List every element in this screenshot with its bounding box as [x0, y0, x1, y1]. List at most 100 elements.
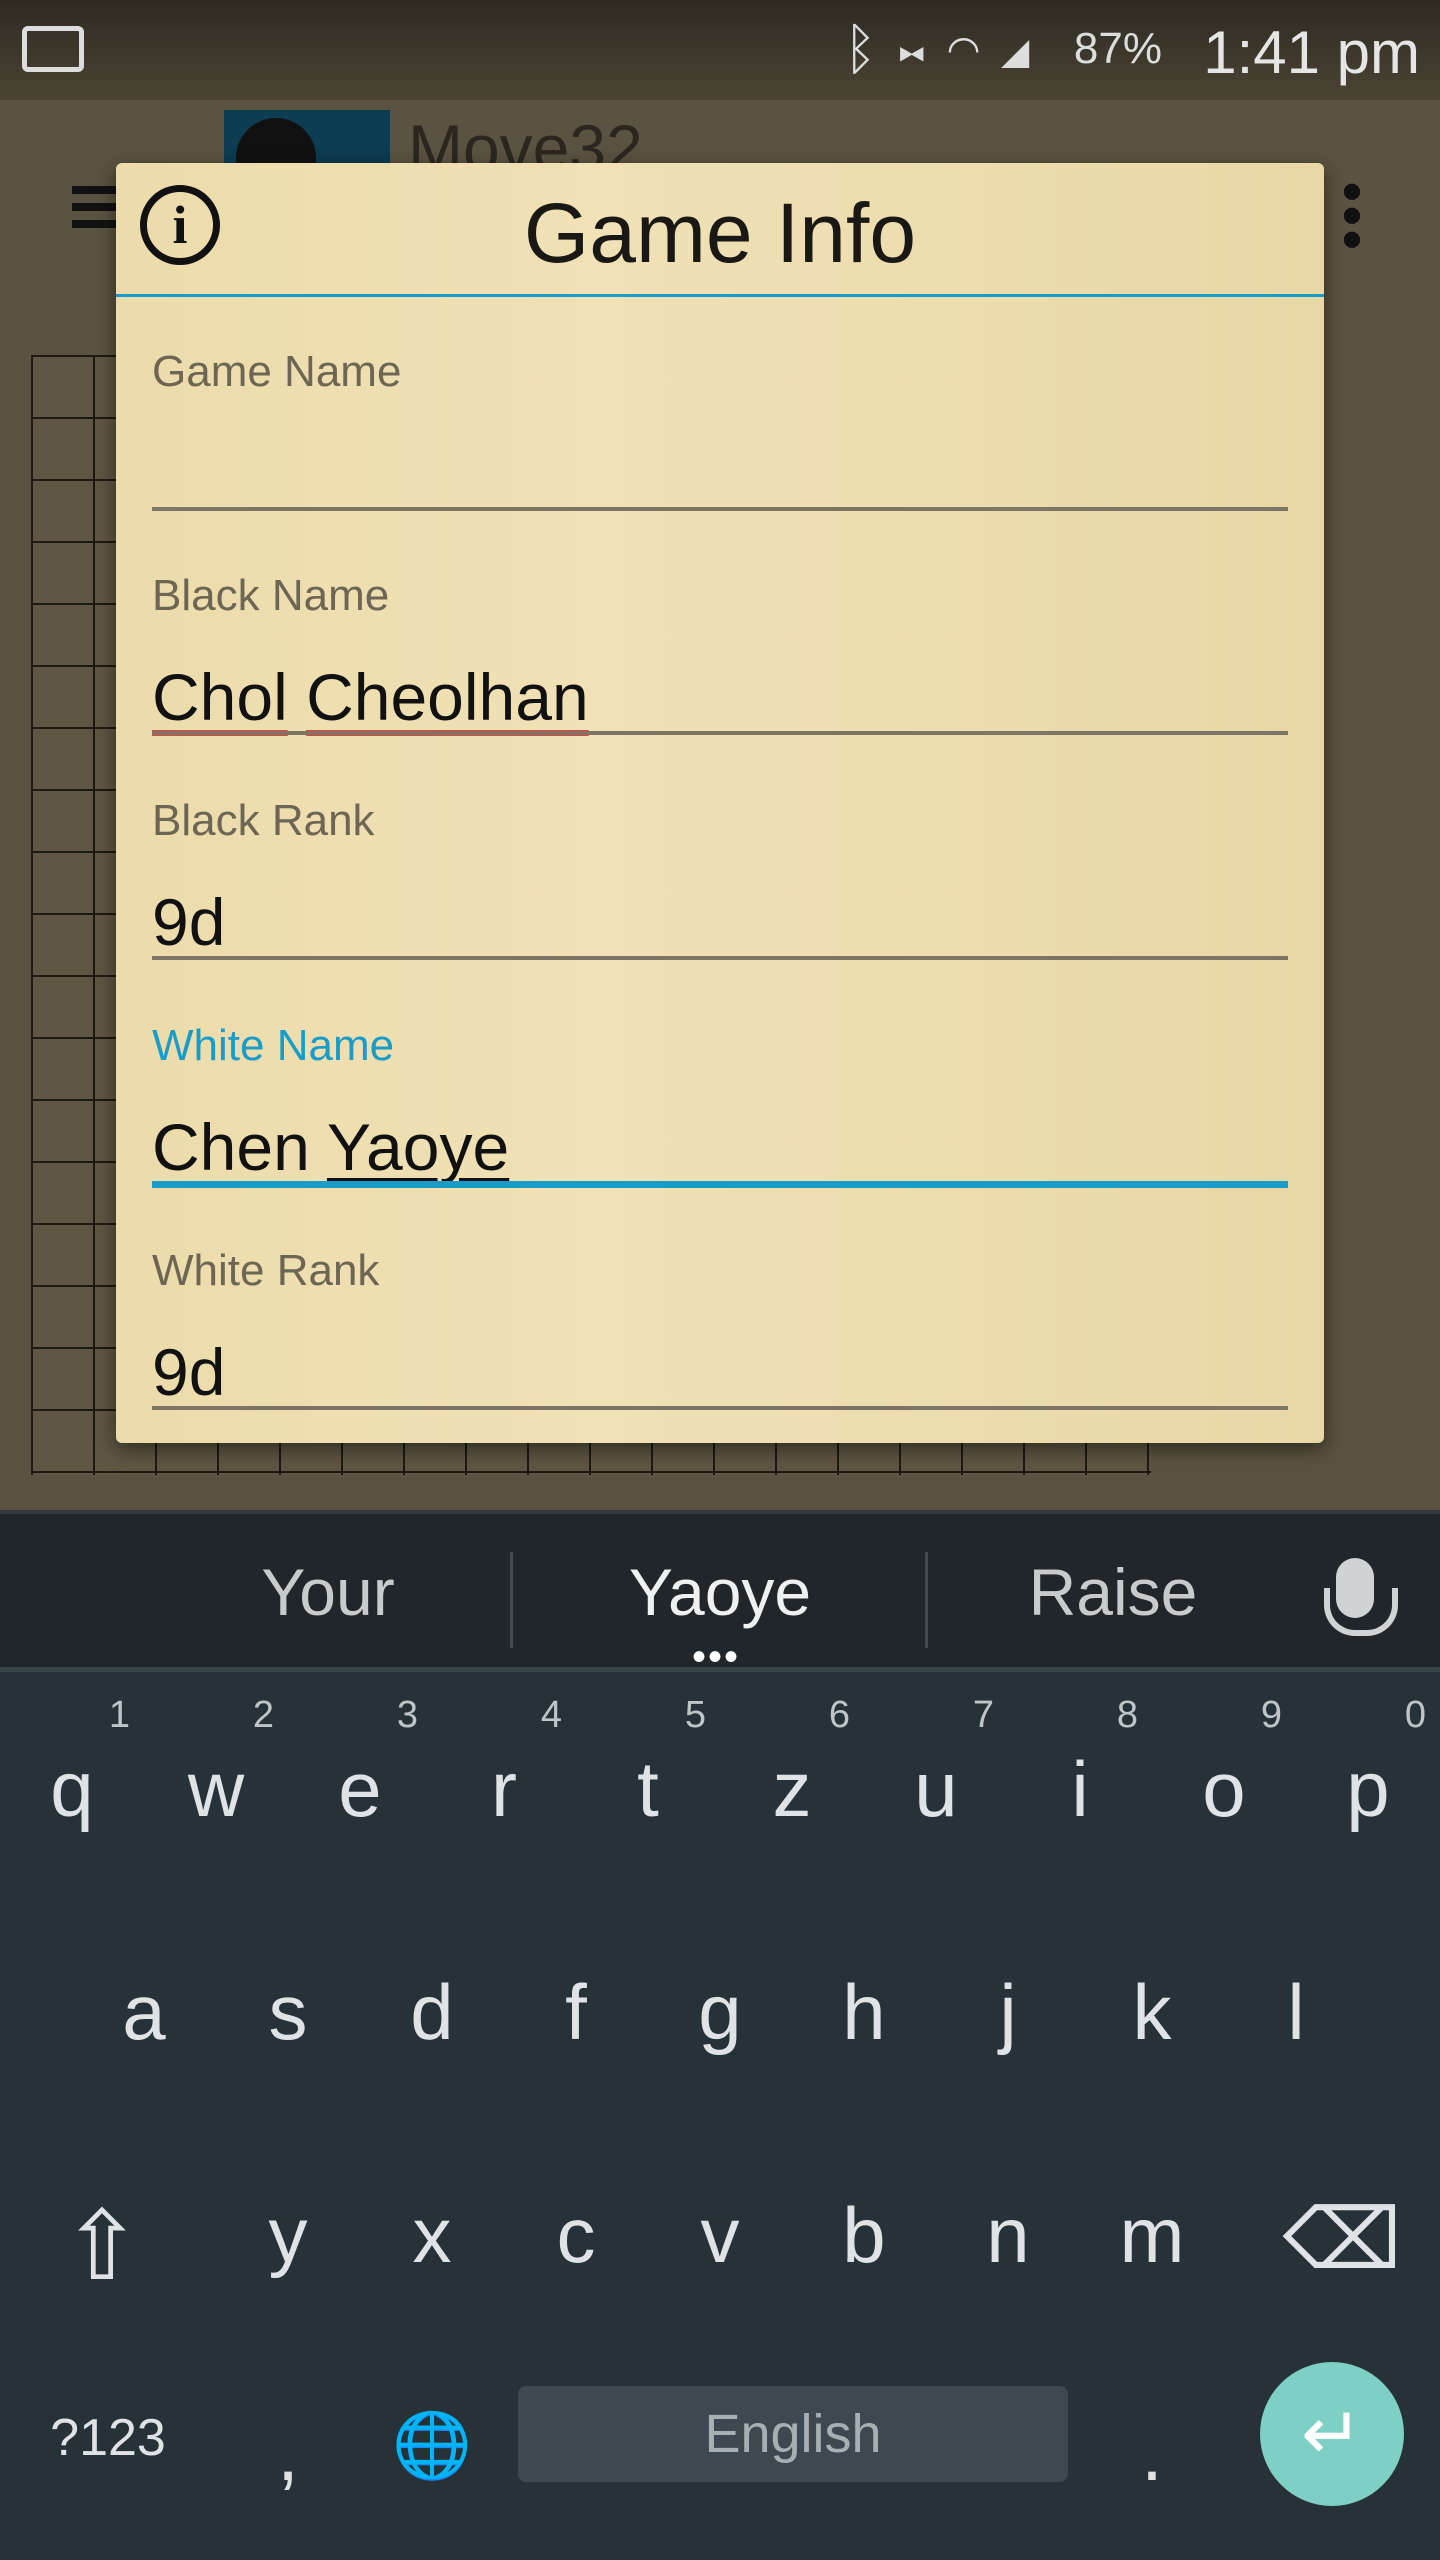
key-label: y — [268, 2191, 308, 2279]
key-label: z — [772, 1745, 812, 1833]
key-label: g — [698, 1968, 742, 2056]
key-hint: 6 — [828, 1694, 850, 1736]
white-name-input[interactable]: Chen Yaoye — [152, 1109, 509, 1185]
suggestion[interactable]: Raise — [913, 1554, 1313, 1630]
key-label: c — [556, 2191, 596, 2279]
key-n[interactable]: n — [936, 2118, 1080, 2318]
key-label: n — [986, 2191, 1030, 2279]
key-j[interactable]: j — [936, 1895, 1080, 2095]
key-label: k — [1132, 1968, 1172, 2056]
composing-word: Yaoye — [326, 1110, 510, 1184]
key-c[interactable]: c — [504, 2118, 648, 2318]
key-label: ⇧ — [61, 2193, 143, 2300]
field-underline — [152, 956, 1288, 960]
key-hint: 3 — [396, 1694, 418, 1736]
period-key[interactable]: . — [1080, 2336, 1224, 2536]
field-label: Black Rank — [152, 796, 375, 845]
key-hint: 7 — [972, 1694, 994, 1736]
key-g[interactable]: g — [648, 1895, 792, 2095]
field-label: White Name — [152, 1021, 395, 1070]
globe-icon[interactable]: 🌐 — [360, 2336, 504, 2536]
microphone-icon[interactable] — [1324, 1558, 1398, 1636]
field-underline — [152, 1406, 1288, 1410]
key-a[interactable]: a — [72, 1895, 216, 2095]
key-b[interactable]: b — [792, 2118, 936, 2318]
field-label: Game Name — [152, 347, 402, 396]
key-k[interactable]: k — [1080, 1895, 1224, 2095]
key-hint: 2 — [252, 1694, 274, 1736]
signal-icon: ◢ — [998, 17, 1050, 80]
key-label: t — [637, 1745, 659, 1833]
shift-key[interactable]: ⇧ — [30, 2118, 174, 2318]
key-l[interactable]: l — [1224, 1895, 1368, 2095]
black-rank-input[interactable]: 9d — [152, 884, 225, 960]
key-h[interactable]: h — [792, 1895, 936, 2095]
status-icons: ᛒ⧓◠◢ — [844, 16, 1050, 81]
more-suggestions-icon[interactable]: ••• — [692, 1637, 740, 1677]
game-info-dialog: i Game Info Game Name Black Name Chol Ch… — [116, 163, 1324, 1443]
menu-icon[interactable] — [72, 186, 118, 228]
key-label: l — [1287, 1968, 1305, 2056]
key-i[interactable]: 8i — [1008, 1672, 1152, 1872]
battery-level: 87% — [1073, 24, 1162, 73]
key-label: m — [1119, 2191, 1185, 2279]
more-options-icon[interactable]: • • • — [1340, 162, 1364, 270]
key-hint: 8 — [1116, 1694, 1138, 1736]
key-r[interactable]: 4r — [432, 1672, 576, 1872]
key-label: u — [914, 1745, 958, 1833]
key-label: f — [565, 1968, 587, 2056]
suggestion-bar: Your Yaoye ••• Raise — [0, 1510, 1440, 1677]
key-x[interactable]: x — [360, 2118, 504, 2318]
key-v[interactable]: v — [648, 2118, 792, 2318]
key-m[interactable]: m — [1080, 2118, 1224, 2318]
dialog-title: Game Info — [523, 186, 917, 280]
black-name-input[interactable]: Chol Cheolhan — [152, 659, 589, 735]
bluetooth-icon: ᛒ — [843, 17, 896, 80]
field-underline — [152, 1181, 1288, 1188]
backspace-key[interactable]: ⌫ — [1270, 2118, 1414, 2318]
key-hint: 5 — [684, 1694, 706, 1736]
key-label: b — [842, 2191, 886, 2279]
key-d[interactable]: d — [360, 1895, 504, 2095]
misspelled-word[interactable]: Chol — [152, 660, 288, 734]
field-label: White Rank — [152, 1246, 380, 1295]
key-s[interactable]: s — [216, 1895, 360, 2095]
white-rank-input[interactable]: 9d — [152, 1334, 225, 1410]
symbols-key[interactable]: ?123 — [36, 2336, 180, 2536]
key-label: x — [412, 2191, 452, 2279]
key-label: o — [1202, 1745, 1246, 1833]
key-label: 🌐 — [392, 2409, 472, 2481]
key-label: , — [277, 2409, 299, 2497]
key-f[interactable]: f — [504, 1895, 648, 2095]
key-label: d — [410, 1968, 454, 2056]
misspelled-word[interactable]: Cheolhan — [306, 660, 589, 734]
key-label: ⌫ — [1282, 2192, 1402, 2286]
space-key[interactable]: English — [518, 2386, 1068, 2482]
key-t[interactable]: 5t — [576, 1672, 720, 1872]
enter-key[interactable]: ↵ — [1260, 2362, 1404, 2506]
key-p[interactable]: 0p — [1296, 1672, 1440, 1872]
key-o[interactable]: 9o — [1152, 1672, 1296, 1872]
key-q[interactable]: 1q — [0, 1672, 144, 1872]
key-e[interactable]: 3e — [288, 1672, 432, 1872]
clock: 1:41 pm — [1203, 19, 1420, 86]
key-hint: 4 — [540, 1694, 562, 1736]
field-underline — [152, 507, 1288, 511]
key-label: . — [1141, 2409, 1163, 2497]
status-bar: ᛒ⧓◠◢ 87% 1:41 pm — [0, 0, 1440, 100]
key-u[interactable]: 7u — [864, 1672, 1008, 1872]
key-w[interactable]: 2w — [144, 1672, 288, 1872]
key-y[interactable]: y — [216, 2118, 360, 2318]
comma-key[interactable]: , — [216, 2336, 360, 2536]
word: Chen — [152, 1110, 310, 1184]
keyboard-icon — [22, 26, 84, 72]
divider — [510, 1552, 513, 1648]
key-label: ?123 — [50, 2409, 166, 2467]
key-label: e — [338, 1745, 382, 1833]
suggestion[interactable]: Your — [128, 1554, 528, 1630]
suggestion[interactable]: Yaoye — [520, 1554, 920, 1630]
key-hint: 9 — [1260, 1694, 1282, 1736]
key-z[interactable]: 6z — [720, 1672, 864, 1872]
wifi-icon: ◠ — [946, 17, 999, 80]
key-label: q — [50, 1745, 94, 1833]
